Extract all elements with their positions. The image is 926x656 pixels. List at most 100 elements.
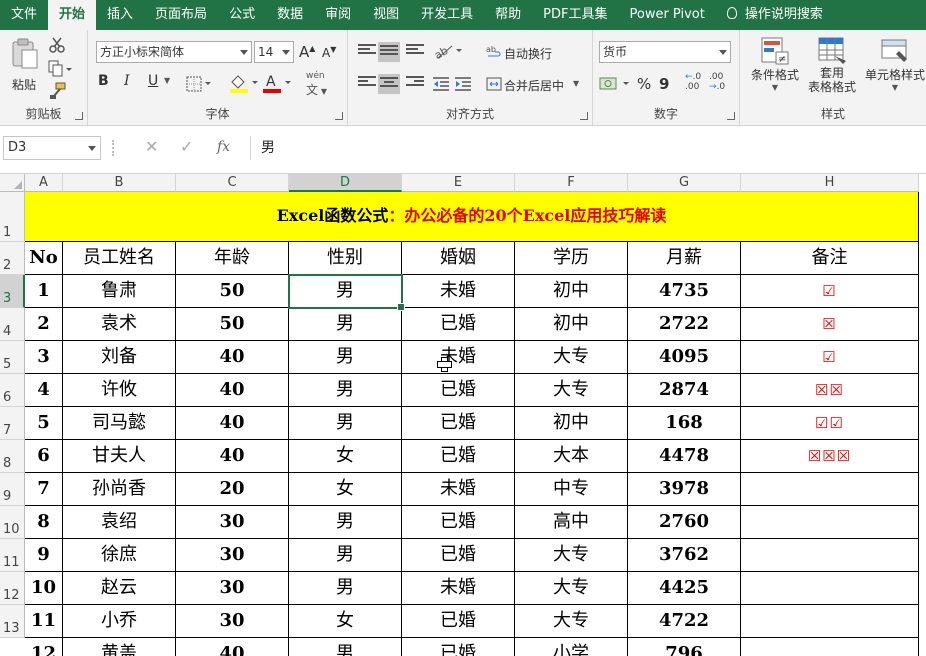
cell-salary[interactable]: 4735 bbox=[628, 275, 741, 308]
column-header-f[interactable]: F bbox=[515, 174, 628, 192]
decrease-indent-icon[interactable] bbox=[432, 76, 450, 92]
cell-marital[interactable]: 未婚 bbox=[402, 275, 515, 308]
cell-salary[interactable]: 4722 bbox=[628, 605, 741, 638]
cell-education[interactable]: 大专 bbox=[515, 374, 628, 407]
increase-decimal-button[interactable]: ←.0.00 bbox=[685, 72, 701, 92]
cell-age[interactable]: 30 bbox=[176, 506, 289, 539]
comma-style-button[interactable]: 9 bbox=[659, 75, 669, 93]
wrap-text-button[interactable]: 自动换行 bbox=[504, 45, 552, 62]
cell-marital[interactable]: 已婚 bbox=[402, 605, 515, 638]
orientation-icon[interactable]: ab bbox=[434, 42, 464, 60]
cell-no[interactable]: 11 bbox=[25, 605, 63, 638]
cell-gender[interactable]: 男 bbox=[289, 275, 402, 308]
cell-education[interactable]: 小学 bbox=[515, 638, 628, 656]
header-cell-name[interactable]: 员工姓名 bbox=[63, 242, 176, 275]
cell-no[interactable]: 3 bbox=[25, 341, 63, 374]
shrink-font-button[interactable]: A▼ bbox=[322, 45, 336, 60]
cell-remark[interactable]: ☒☒ bbox=[741, 374, 919, 407]
cell-gender[interactable]: 男 bbox=[289, 539, 402, 572]
column-header-c[interactable]: C bbox=[176, 174, 289, 192]
copy-icon[interactable] bbox=[48, 60, 72, 78]
align-middle-icon[interactable] bbox=[378, 42, 400, 62]
row-header-8[interactable]: 8 bbox=[0, 440, 25, 473]
accounting-format-icon[interactable] bbox=[599, 75, 633, 93]
tell-me-search[interactable]: 操作说明搜索 bbox=[716, 0, 834, 30]
align-right-icon[interactable] bbox=[406, 76, 424, 90]
row-header-2[interactable]: 2 bbox=[0, 242, 25, 275]
cell-no[interactable]: 10 bbox=[25, 572, 63, 605]
cell-name[interactable]: 黄盖 bbox=[63, 638, 176, 656]
header-cell-no[interactable]: No bbox=[25, 242, 63, 275]
cell-age[interactable]: 50 bbox=[176, 275, 289, 308]
cell-no[interactable]: 2 bbox=[25, 308, 63, 341]
cell-marital[interactable]: 已婚 bbox=[402, 440, 515, 473]
cell-age[interactable]: 20 bbox=[176, 473, 289, 506]
cell-gender[interactable]: 男 bbox=[289, 638, 402, 656]
cell-no[interactable]: 6 bbox=[25, 440, 63, 473]
row-header-4[interactable]: 4 bbox=[0, 308, 25, 341]
row-header-10[interactable]: 10 bbox=[0, 506, 25, 539]
format-as-table-button[interactable]: 套用 表格格式 bbox=[800, 36, 864, 106]
cut-icon[interactable] bbox=[48, 36, 66, 54]
cell-education[interactable]: 高中 bbox=[515, 506, 628, 539]
cell-gender[interactable]: 男 bbox=[289, 572, 402, 605]
cancel-icon[interactable]: ✕ bbox=[145, 136, 158, 158]
font-size-select[interactable]: 14 bbox=[254, 41, 294, 63]
cell-salary[interactable]: 4478 bbox=[628, 440, 741, 473]
header-cell-age[interactable]: 年龄 bbox=[176, 242, 289, 275]
column-header-e[interactable]: E bbox=[402, 174, 515, 192]
enter-icon[interactable]: ✓ bbox=[180, 136, 193, 158]
cell-gender[interactable]: 男 bbox=[289, 407, 402, 440]
align-top-icon[interactable] bbox=[358, 44, 376, 58]
align-bottom-icon[interactable] bbox=[406, 44, 424, 58]
number-format-select[interactable]: 货币 bbox=[599, 41, 731, 63]
row-header-13[interactable]: 13 bbox=[0, 605, 25, 638]
row-header-9[interactable]: 9 bbox=[0, 473, 25, 506]
cell-name[interactable]: 赵云 bbox=[63, 572, 176, 605]
fill-color-icon[interactable] bbox=[228, 73, 260, 93]
cell-education[interactable]: 大专 bbox=[515, 341, 628, 374]
cell-salary[interactable]: 2722 bbox=[628, 308, 741, 341]
tab-help[interactable]: 帮助 bbox=[484, 0, 532, 30]
cell-age[interactable]: 40 bbox=[176, 374, 289, 407]
cell-salary[interactable]: 4095 bbox=[628, 341, 741, 374]
cell-age[interactable]: 40 bbox=[176, 341, 289, 374]
cell-no[interactable]: 5 bbox=[25, 407, 63, 440]
decrease-decimal-button[interactable]: .00→.0 bbox=[709, 72, 725, 92]
cell-gender[interactable]: 男 bbox=[289, 308, 402, 341]
cell-no[interactable]: 12 bbox=[25, 638, 63, 656]
column-header-a[interactable]: A bbox=[25, 174, 63, 192]
cell-no[interactable]: 9 bbox=[25, 539, 63, 572]
align-left-icon[interactable] bbox=[358, 76, 376, 90]
column-header-h[interactable]: H bbox=[741, 174, 919, 192]
cell-name[interactable]: 小乔 bbox=[63, 605, 176, 638]
insert-function-icon[interactable]: fx bbox=[217, 136, 230, 158]
cell-remark[interactable] bbox=[741, 638, 919, 656]
cell-gender[interactable]: 女 bbox=[289, 440, 402, 473]
percent-style-button[interactable]: % bbox=[637, 75, 651, 93]
select-all-corner[interactable] bbox=[0, 174, 25, 192]
cell-education[interactable]: 中专 bbox=[515, 473, 628, 506]
cell-remark[interactable] bbox=[741, 539, 919, 572]
row-header-11[interactable]: 11 bbox=[0, 539, 25, 572]
header-cell-marital[interactable]: 婚姻 bbox=[402, 242, 515, 275]
cell-age[interactable]: 30 bbox=[176, 539, 289, 572]
cell-name[interactable]: 孙尚香 bbox=[63, 473, 176, 506]
border-icon[interactable] bbox=[186, 76, 214, 92]
cell-marital[interactable]: 已婚 bbox=[402, 506, 515, 539]
cell-remark[interactable] bbox=[741, 506, 919, 539]
cell-salary[interactable]: 3762 bbox=[628, 539, 741, 572]
cell-gender[interactable]: 男 bbox=[289, 506, 402, 539]
cell-education[interactable]: 初中 bbox=[515, 275, 628, 308]
row-header-12[interactable]: 12 bbox=[0, 572, 25, 605]
cell-remark[interactable] bbox=[741, 572, 919, 605]
grow-font-button[interactable]: A▲ bbox=[299, 43, 315, 61]
paste-button[interactable]: 粘贴 bbox=[8, 38, 42, 98]
cell-marital[interactable]: 已婚 bbox=[402, 407, 515, 440]
cell-education[interactable]: 大本 bbox=[515, 440, 628, 473]
format-painter-icon[interactable] bbox=[48, 82, 66, 100]
cell-remark[interactable] bbox=[741, 605, 919, 638]
formula-bar-splitter[interactable] bbox=[112, 140, 115, 156]
underline-button[interactable]: U bbox=[148, 73, 158, 89]
font-color-icon[interactable]: A bbox=[261, 73, 293, 93]
